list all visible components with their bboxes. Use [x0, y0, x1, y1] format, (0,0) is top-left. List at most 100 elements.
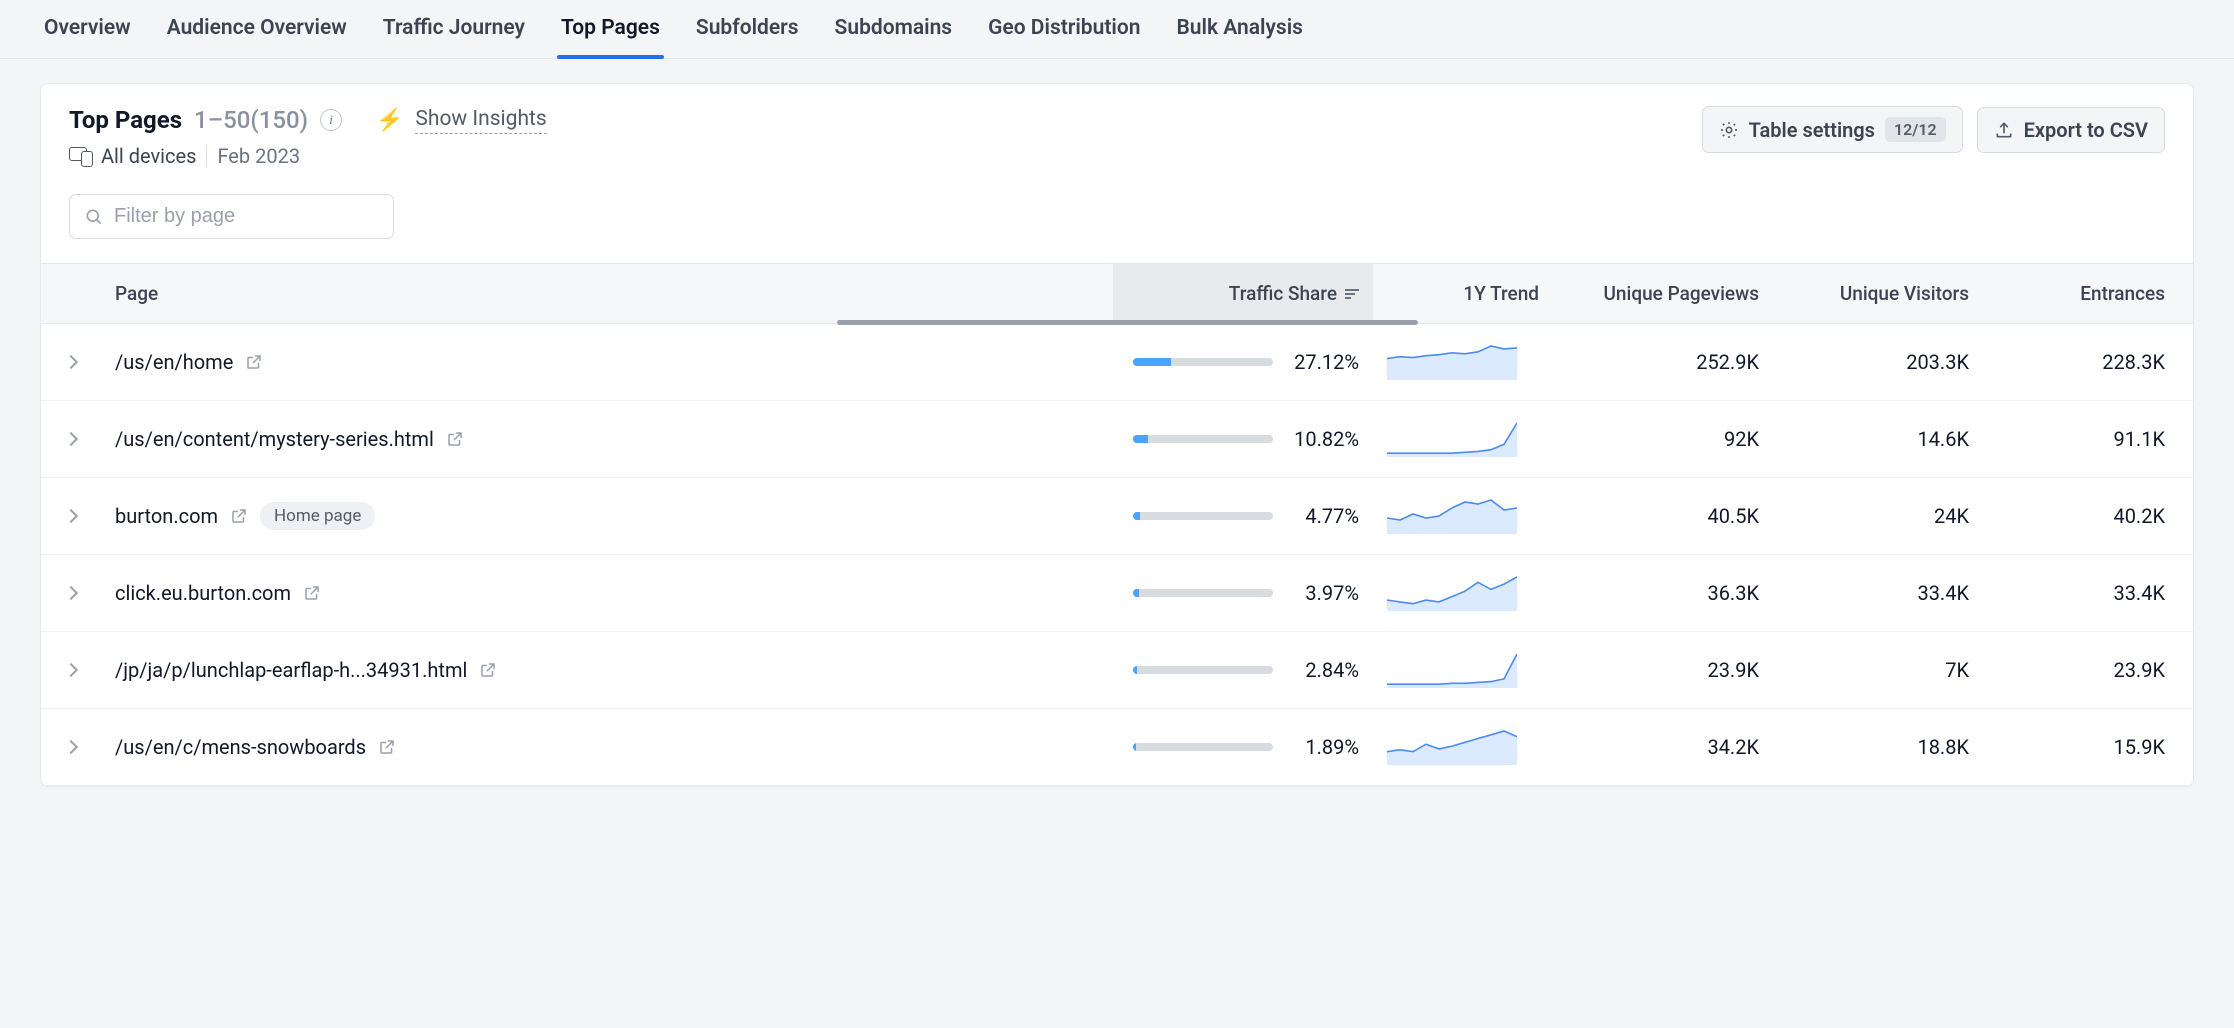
share-bar	[1133, 743, 1273, 751]
search-icon	[84, 207, 104, 227]
bolt-icon: ⚡	[376, 108, 403, 133]
row-expander[interactable]	[41, 491, 101, 541]
filter-input[interactable]	[114, 205, 379, 228]
col-traffic-share[interactable]: Traffic Share	[1113, 264, 1373, 323]
trend-cell	[1373, 478, 1553, 554]
chevron-right-icon	[64, 663, 78, 677]
entrances-value: 40.2K	[1983, 484, 2193, 548]
traffic-share-cell: 3.97%	[1113, 561, 1373, 625]
tab-overview[interactable]: Overview	[40, 0, 135, 58]
export-csv-label: Export to CSV	[2024, 118, 2148, 142]
page-path[interactable]: /us/en/c/mens-snowboards	[115, 735, 366, 759]
table-settings-button[interactable]: Table settings 12/12	[1702, 106, 1963, 153]
table-row: burton.com Home page 4.77% 40.5K24K40.2K	[41, 478, 2193, 555]
external-link-icon[interactable]	[303, 584, 321, 602]
page-path[interactable]: /us/en/content/mystery-series.html	[115, 427, 434, 451]
entrances-value: 15.9K	[1983, 715, 2193, 779]
tab-geo-distribution[interactable]: Geo Distribution	[984, 0, 1144, 58]
entrances-value: 33.4K	[1983, 561, 2193, 625]
tab-subdomains[interactable]: Subdomains	[831, 0, 957, 58]
traffic-share-value: 4.77%	[1287, 504, 1359, 528]
unique-visitors-value: 18.8K	[1773, 715, 1983, 779]
sparkline	[1387, 652, 1517, 688]
show-insights-link[interactable]: Show Insights	[415, 107, 546, 134]
row-expander[interactable]	[41, 337, 101, 387]
page-cell: click.eu.burton.com	[101, 561, 1113, 625]
page-path[interactable]: /us/en/home	[115, 350, 233, 374]
trend-cell	[1373, 709, 1553, 785]
share-bar	[1133, 512, 1273, 520]
tab-top-pages[interactable]: Top Pages	[557, 0, 664, 58]
external-link-icon[interactable]	[446, 430, 464, 448]
page-path[interactable]: click.eu.burton.com	[115, 581, 291, 605]
col-unique-visitors[interactable]: Unique Visitors	[1773, 264, 1983, 323]
table-row: /us/en/home27.12%252.9K203.3K228.3K	[41, 324, 2193, 401]
unique-visitors-value: 33.4K	[1773, 561, 1983, 625]
unique-pageviews-value: 92K	[1553, 407, 1773, 471]
home-page-badge: Home page	[260, 502, 375, 530]
page-cell: burton.com Home page	[101, 482, 1113, 550]
filter-bar	[41, 182, 2193, 263]
traffic-share-value: 10.82%	[1287, 427, 1359, 451]
page-path[interactable]: /jp/ja/p/lunchlap-earflap-h...34931.html	[115, 658, 467, 682]
traffic-share-value: 2.84%	[1287, 658, 1359, 682]
page-cell: /us/en/c/mens-snowboards	[101, 715, 1113, 779]
col-unique-pageviews[interactable]: Unique Pageviews	[1553, 264, 1773, 323]
unique-visitors-value: 14.6K	[1773, 407, 1983, 471]
tab-bulk-analysis[interactable]: Bulk Analysis	[1172, 0, 1307, 58]
sort-desc-icon	[1345, 289, 1359, 299]
table: Page Traffic Share 1Y Trend Unique Pagev…	[41, 263, 2193, 786]
col-entrances[interactable]: Entrances	[1983, 264, 2193, 323]
export-csv-button[interactable]: Export to CSV	[1977, 107, 2165, 153]
export-icon	[1994, 120, 2014, 140]
unique-pageviews-value: 36.3K	[1553, 561, 1773, 625]
col-page[interactable]: Page	[101, 264, 1113, 323]
traffic-share-cell: 27.12%	[1113, 330, 1373, 394]
filter-input-wrap[interactable]	[69, 194, 394, 239]
external-link-icon[interactable]	[230, 507, 248, 525]
info-icon[interactable]: i	[320, 109, 342, 131]
traffic-share-cell: 4.77%	[1113, 484, 1373, 548]
period-label[interactable]: Feb 2023	[217, 144, 300, 168]
trend-cell	[1373, 555, 1553, 631]
table-header: Page Traffic Share 1Y Trend Unique Pagev…	[41, 264, 2193, 324]
external-link-icon[interactable]	[378, 738, 396, 756]
row-expander[interactable]	[41, 414, 101, 464]
tab-subfolders[interactable]: Subfolders	[692, 0, 803, 58]
col-expander	[41, 264, 101, 323]
tab-audience-overview[interactable]: Audience Overview	[163, 0, 351, 58]
chevron-right-icon	[64, 432, 78, 446]
unique-pageviews-value: 252.9K	[1553, 330, 1773, 394]
page-range: 1–50(150)	[194, 106, 308, 134]
external-link-icon[interactable]	[479, 661, 497, 679]
sparkline	[1387, 344, 1517, 380]
page-cell: /us/en/home	[101, 330, 1113, 394]
unique-visitors-value: 24K	[1773, 484, 1983, 548]
row-expander[interactable]	[41, 645, 101, 695]
sparkline	[1387, 498, 1517, 534]
table-row: /us/en/c/mens-snowboards1.89%34.2K18.8K1…	[41, 709, 2193, 786]
external-link-icon[interactable]	[245, 353, 263, 371]
share-bar	[1133, 666, 1273, 674]
chevron-right-icon	[64, 586, 78, 600]
chevron-right-icon	[64, 509, 78, 523]
unique-pageviews-value: 40.5K	[1553, 484, 1773, 548]
page-path[interactable]: burton.com	[115, 504, 218, 528]
devices-icon	[69, 147, 91, 165]
highlight-bar	[837, 320, 1418, 325]
row-expander[interactable]	[41, 568, 101, 618]
traffic-share-value: 3.97%	[1287, 581, 1359, 605]
unique-pageviews-value: 23.9K	[1553, 638, 1773, 702]
page-cell: /us/en/content/mystery-series.html	[101, 407, 1113, 471]
sparkline	[1387, 729, 1517, 765]
tabs-nav: Overview Audience Overview Traffic Journey…	[0, 0, 2234, 59]
row-expander[interactable]	[41, 722, 101, 772]
traffic-share-cell: 2.84%	[1113, 638, 1373, 702]
devices-label[interactable]: All devices	[101, 144, 196, 168]
share-bar	[1133, 435, 1273, 443]
col-trend[interactable]: 1Y Trend	[1373, 264, 1553, 323]
entrances-value: 23.9K	[1983, 638, 2193, 702]
tab-traffic-journey[interactable]: Traffic Journey	[379, 0, 529, 58]
traffic-share-cell: 10.82%	[1113, 407, 1373, 471]
trend-cell	[1373, 401, 1553, 477]
